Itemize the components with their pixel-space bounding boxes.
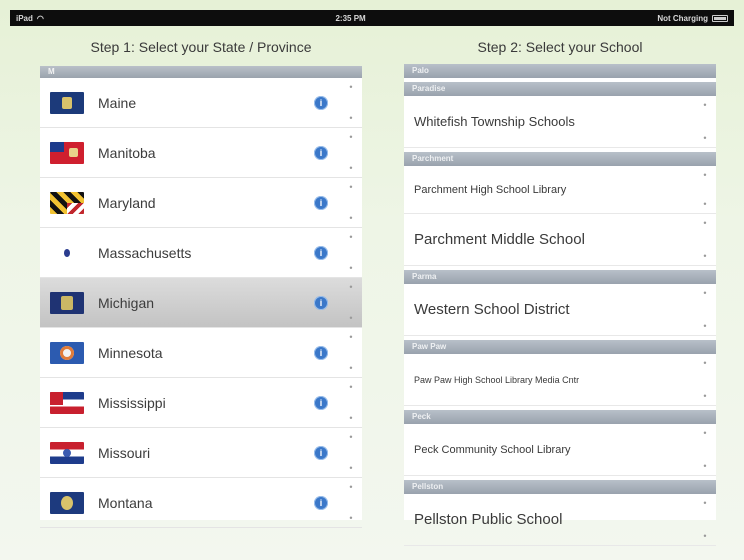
maine-flag-icon	[50, 91, 84, 114]
index-scroll-marks[interactable]: • •	[700, 498, 710, 541]
school-section-header: Parma	[404, 270, 716, 284]
index-scroll-marks[interactable]: • •	[700, 428, 710, 471]
state-row-missouri[interactable]: Missouri i • •	[40, 428, 362, 478]
maryland-flag-icon	[50, 191, 84, 214]
state-name: Montana	[98, 494, 153, 511]
school-section-header: Peck	[404, 410, 716, 424]
info-icon[interactable]: i	[314, 195, 328, 210]
school-name: Pellston Public School	[414, 511, 563, 528]
wifi-icon: ◠	[36, 13, 44, 23]
mississippi-flag-icon	[50, 391, 84, 414]
info-icon[interactable]: i	[314, 95, 328, 110]
index-scroll-marks[interactable]: • •	[346, 82, 356, 123]
school-row[interactable]: Peck Community School Library • •	[404, 424, 716, 476]
info-icon[interactable]: i	[314, 345, 328, 360]
school-name: Paw Paw High School Library Media Cntr	[414, 374, 580, 385]
school-section-header: Parchment	[404, 152, 716, 166]
school-panel-title: Step 2: Select your School	[477, 39, 643, 55]
state-row-maryland[interactable]: Maryland i • •	[40, 178, 362, 228]
school-name: Western School District	[414, 301, 570, 318]
index-scroll-marks[interactable]: • •	[700, 170, 710, 209]
state-row-michigan[interactable]: Michigan i • •	[40, 278, 362, 328]
school-name: Whitefish Township Schools	[414, 114, 575, 129]
montana-flag-icon	[50, 491, 84, 514]
state-name: Maine	[98, 94, 137, 111]
missouri-flag-icon	[50, 441, 84, 464]
school-row[interactable]: Paw Paw High School Library Media Cntr • •	[404, 354, 716, 406]
state-list[interactable]: M Maine i • • Manitoba i • • Maryland i • • Massachu…	[40, 66, 362, 528]
state-row-mississippi[interactable]: Mississippi i • •	[40, 378, 362, 428]
state-panel-title: Step 1: Select your State / Province	[90, 39, 312, 55]
info-icon[interactable]: i	[314, 245, 328, 260]
school-row[interactable]: Whitefish Township Schools • •	[404, 96, 716, 148]
manitoba-flag-icon	[50, 141, 84, 164]
school-list[interactable]: Palo Paradise Whitefish Township Schools • •…	[404, 64, 716, 546]
massachusetts-flag-icon	[50, 241, 84, 264]
state-row-maine[interactable]: Maine i • •	[40, 78, 362, 128]
index-scroll-marks[interactable]: • •	[700, 358, 710, 401]
index-scroll-marks[interactable]: • •	[700, 218, 710, 261]
index-scroll-marks[interactable]: • •	[346, 482, 356, 523]
device-label: iPad	[16, 13, 33, 23]
index-scroll-marks[interactable]: • •	[346, 382, 356, 423]
school-row[interactable]: Parchment High School Library • •	[404, 166, 716, 214]
index-scroll-marks[interactable]: • •	[346, 232, 356, 273]
index-scroll-marks[interactable]: • •	[700, 100, 710, 143]
school-section-header: Pellston	[404, 480, 716, 494]
school-section-header: Paw Paw	[404, 340, 716, 354]
state-name: Missouri	[98, 444, 151, 461]
info-icon[interactable]: i	[314, 445, 328, 460]
state-row-manitoba[interactable]: Manitoba i • •	[40, 128, 362, 178]
michigan-flag-icon	[50, 291, 84, 314]
school-row[interactable]: Western School District • •	[404, 284, 716, 336]
school-row[interactable]: Parchment Middle School • •	[404, 214, 716, 266]
app-frame: iPad ◠ 2:35 PM Not Charging Step 1: Sele…	[0, 0, 744, 560]
index-scroll-marks[interactable]: • •	[346, 132, 356, 173]
school-panel: Step 2: Select your School Palo Paradise W…	[392, 32, 728, 546]
state-row-minnesota[interactable]: Minnesota i • •	[40, 328, 362, 378]
state-name: Maryland	[98, 194, 156, 211]
state-panel: Step 1: Select your State / Province M M…	[36, 32, 366, 528]
info-icon[interactable]: i	[314, 395, 328, 410]
info-icon[interactable]: i	[314, 295, 328, 310]
index-scroll-marks[interactable]: • •	[346, 182, 356, 223]
state-name: Mississippi	[98, 394, 166, 411]
state-row-massachusetts[interactable]: Massachusetts i • •	[40, 228, 362, 278]
state-name: Massachusetts	[98, 244, 192, 261]
state-name: Michigan	[98, 294, 155, 311]
info-icon[interactable]: i	[314, 145, 328, 160]
info-icon[interactable]: i	[314, 495, 328, 510]
school-name: Parchment High School Library	[414, 183, 567, 196]
state-name: Manitoba	[98, 144, 156, 161]
state-section-header: M	[40, 66, 362, 78]
status-time: 2:35 PM	[335, 13, 366, 23]
index-scroll-marks[interactable]: • •	[700, 288, 710, 331]
state-name: Minnesota	[98, 344, 163, 361]
school-row[interactable]: Pellston Public School • •	[404, 494, 716, 546]
battery-icon	[711, 14, 728, 22]
status-bar: iPad ◠ 2:35 PM Not Charging	[10, 10, 734, 26]
school-section-header: Paradise	[404, 82, 716, 96]
minnesota-flag-icon	[50, 341, 84, 364]
school-name: Parchment Middle School	[414, 231, 585, 248]
state-row-montana[interactable]: Montana i • •	[40, 478, 362, 528]
charging-status: Not Charging	[657, 13, 708, 23]
index-scroll-marks[interactable]: • •	[346, 432, 356, 473]
index-scroll-marks[interactable]: • •	[346, 282, 356, 323]
school-section-header: Palo	[404, 64, 716, 78]
school-name: Peck Community School Library	[414, 443, 571, 456]
index-scroll-marks[interactable]: • •	[346, 332, 356, 373]
